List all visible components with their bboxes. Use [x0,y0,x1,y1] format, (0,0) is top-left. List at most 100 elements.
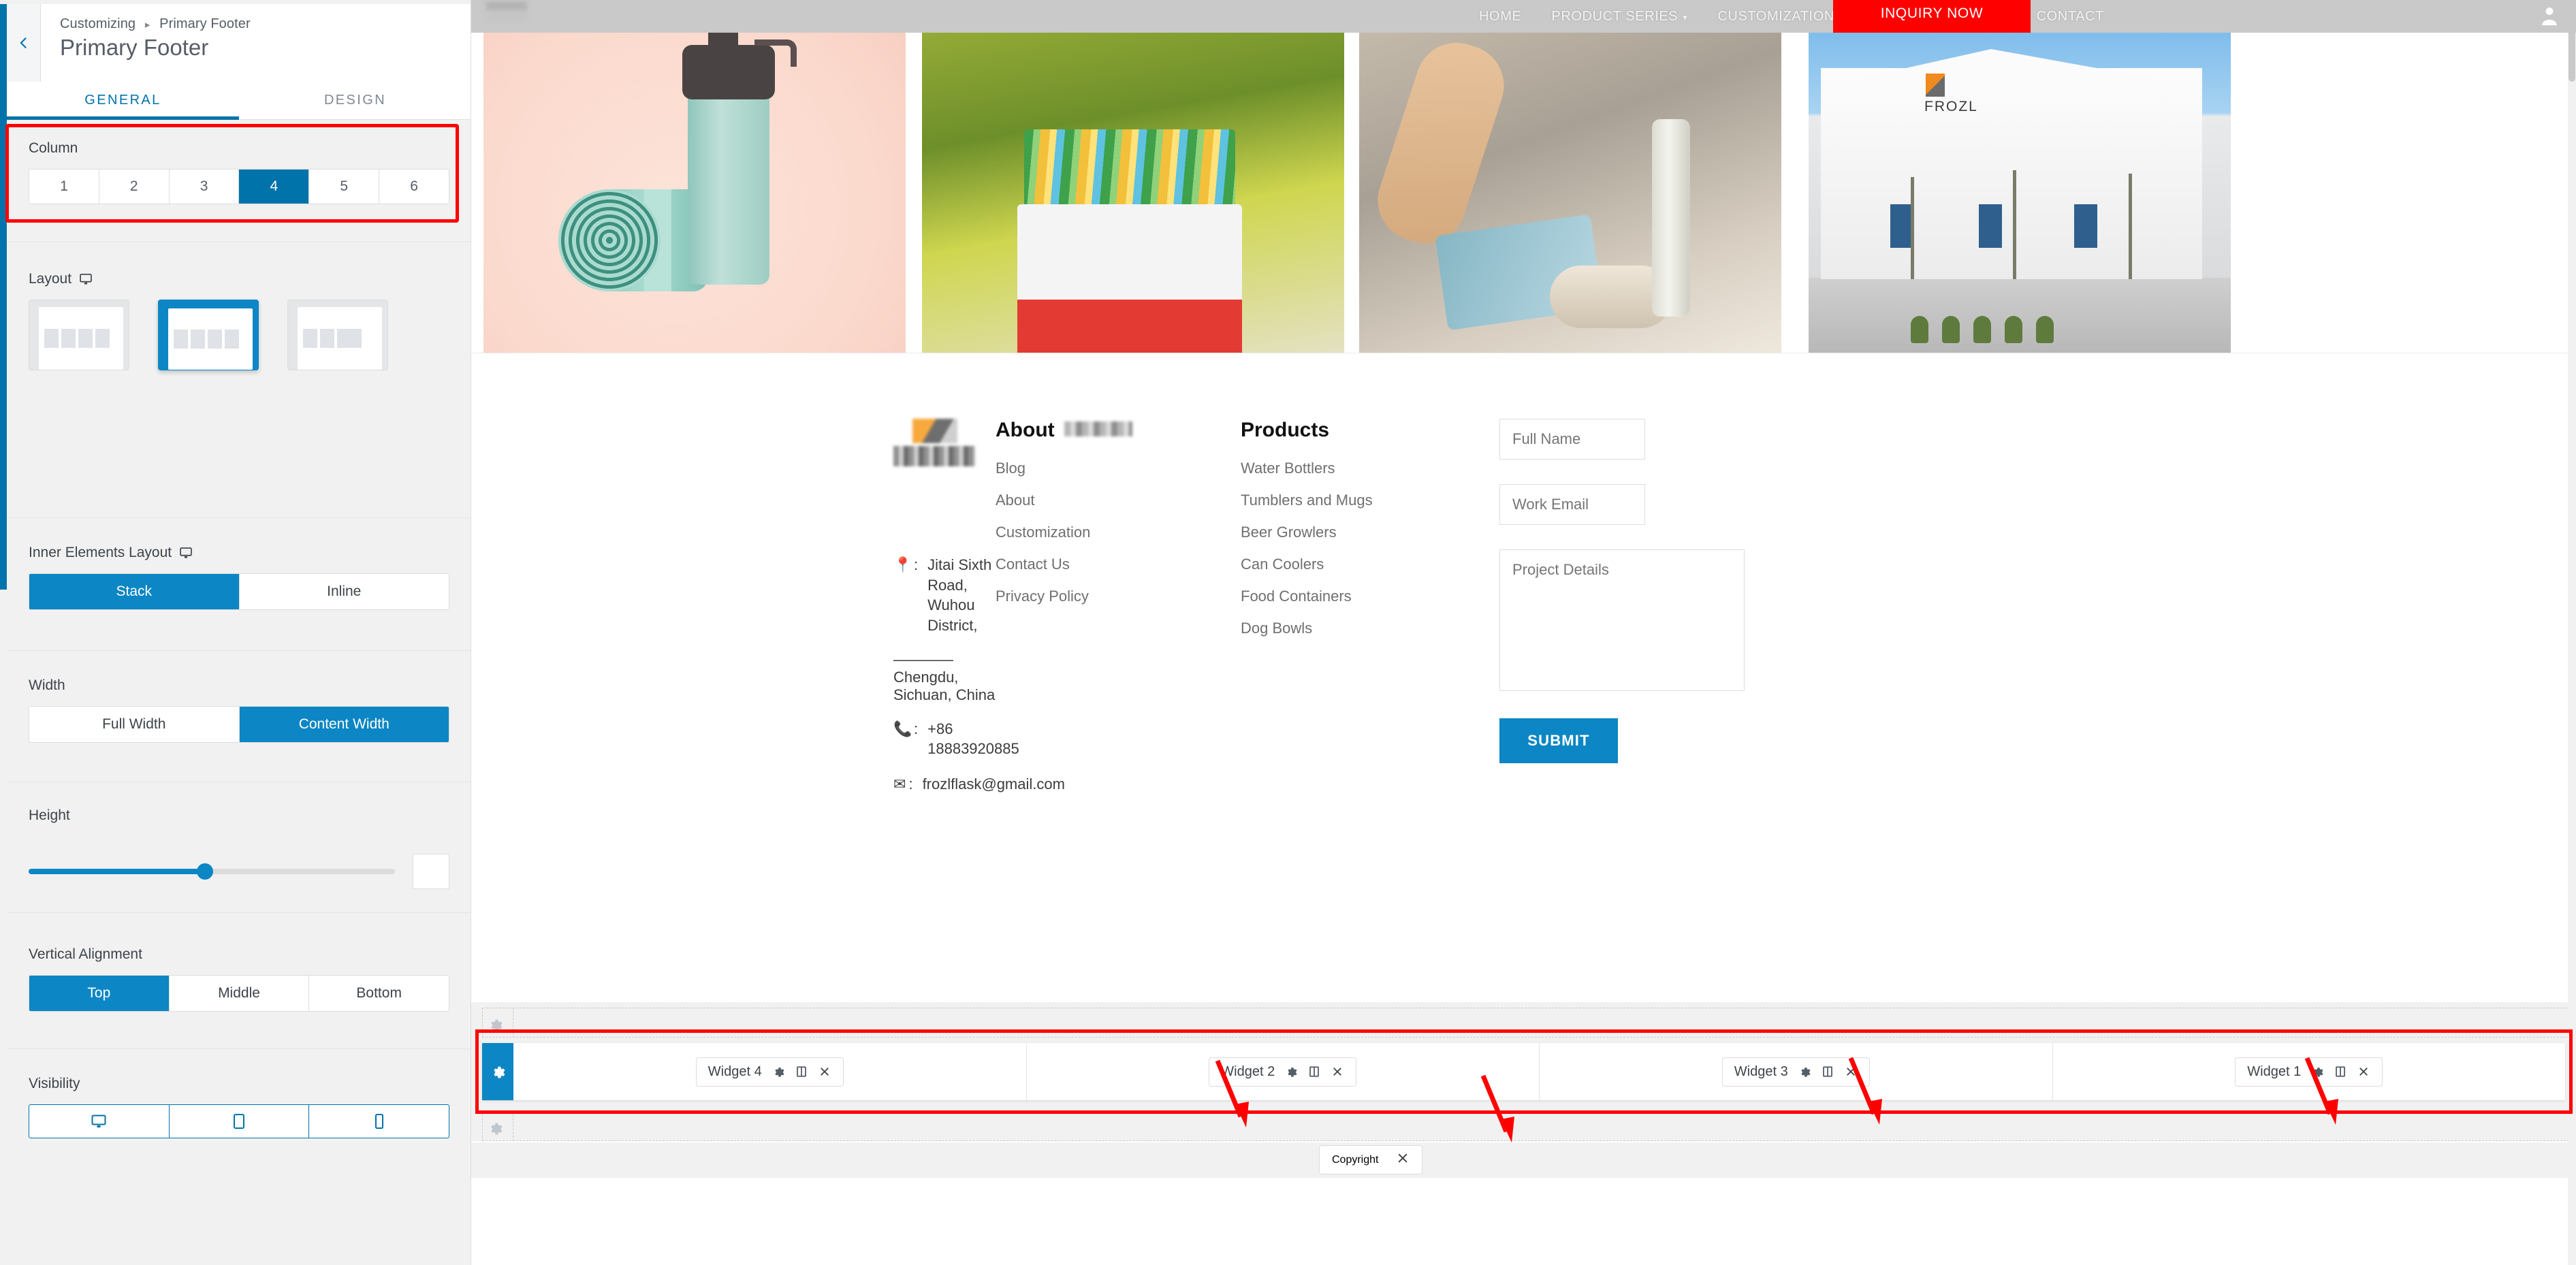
widget-column-1[interactable]: Widget 4 [513,1043,1027,1100]
preview-scrollbar-track[interactable] [2568,0,2576,1265]
nav-item-product-series-label: PRODUCT SERIES [1551,8,1679,24]
close-icon[interactable] [1844,1065,1858,1078]
full-name-field[interactable] [1499,419,1645,460]
warehouse-bush [1911,316,1928,343]
about-link-privacy-policy[interactable]: Privacy Policy [996,588,1241,605]
layout-option-narrow[interactable] [287,300,388,370]
column-option-1[interactable]: 1 [29,170,99,204]
valign-option-middle[interactable]: Middle [170,976,310,1011]
column-option-6[interactable]: 6 [379,170,449,204]
height-slider-handle[interactable] [197,863,214,880]
footer-phone-line: 📞 : +86 18883920885 [893,719,1019,759]
widget-chip-copyright[interactable]: Copyright [1319,1145,1423,1174]
work-email-field[interactable] [1499,484,1645,525]
nav-item-home[interactable]: HOME [1479,9,1521,25]
column-option-3[interactable]: 3 [169,170,240,204]
bottle-body-shape [688,80,769,285]
width-option-content[interactable]: Content Width [239,707,449,742]
visibility-option-mobile[interactable] [309,1105,449,1138]
widget-column-4[interactable]: Widget 1 [2053,1043,2566,1100]
column-option-5[interactable]: 5 [309,170,380,204]
widget-chip-widget-2[interactable]: Widget 2 [1209,1057,1357,1087]
widget-row-settings-button[interactable] [482,1043,513,1100]
warehouse-logo-mark [1926,74,1945,97]
site-logo[interactable] [486,1,527,23]
gear-icon[interactable] [1284,1065,1298,1078]
widget-column-3[interactable]: Widget 3 [1540,1043,2053,1100]
widget-chip-widget-4[interactable]: Widget 4 [695,1057,844,1087]
inner-elements-option-inline[interactable]: Inline [240,574,449,609]
products-link-beer-growlers[interactable]: Beer Growlers [1241,524,1499,541]
products-link-water-bottlers[interactable]: Water Bottlers [1241,460,1499,477]
nav-item-product-series[interactable]: PRODUCT SERIES ▾ [1551,9,1687,25]
submit-button[interactable]: SUBMIT [1499,718,1618,763]
back-button[interactable] [7,4,41,82]
gear-icon[interactable] [2310,1065,2324,1078]
footer-email-line: ✉ : frozlflask@gmail.com [893,774,1065,795]
widget-row-ghost-bottom[interactable] [471,1106,2576,1141]
height-slider-track[interactable] [29,863,395,880]
desktop-icon [180,547,192,558]
footer-address-line: 📍 : Jitai Sixth Road, Wuhou District, [893,555,996,636]
about-link-contact-us[interactable]: Contact Us [996,556,1241,573]
products-link-food-containers[interactable]: Food Containers [1241,588,1499,605]
height-slider-row [29,854,449,889]
visibility-option-desktop[interactable] [29,1105,170,1138]
gear-icon[interactable] [488,1121,503,1136]
hero-image-warehouse: FROZL [1809,0,2231,353]
column-option-4[interactable]: 4 [239,170,310,204]
chevron-down-icon: ▾ [1683,12,1688,22]
project-details-field[interactable] [1499,549,1745,691]
layout-option-boxed[interactable] [158,300,259,370]
products-link-tumblers-and-mugs[interactable]: Tumblers and Mugs [1241,492,1499,509]
gear-icon[interactable] [1798,1065,1811,1078]
height-value-input[interactable] [413,854,449,889]
divider-2 [7,517,471,518]
panel-header-texts: Customizing ▸ Primary Footer Primary Foo… [41,4,471,82]
products-link-dog-bowls[interactable]: Dog Bowls [1241,620,1499,637]
tab-design[interactable]: DESIGN [239,82,471,119]
move-icon[interactable] [795,1065,808,1078]
about-link-about[interactable]: About [996,492,1241,509]
section-visibility: Visibility [7,1076,471,1138]
hero-image-cooler-bottles [922,0,1344,353]
breadcrumb-parent[interactable]: Customizing [60,16,136,31]
move-icon[interactable] [1307,1065,1321,1078]
about-link-blog[interactable]: Blog [996,460,1241,477]
breadcrumb: Customizing ▸ Primary Footer [60,16,471,32]
layout-options [29,300,449,370]
nav-item-customization[interactable]: CUSTOMIZATION [1717,9,1834,25]
inquiry-now-button[interactable]: INQUIRY NOW [1833,0,2031,33]
warehouse-roof [1821,49,2202,87]
widget-chip-widget-3[interactable]: Widget 3 [1721,1057,1870,1087]
close-icon[interactable] [2357,1065,2370,1078]
widget-columns: Widget 4 Widget 2 Widget 3 Widget 1 [513,1043,2565,1100]
close-icon[interactable] [1396,1151,1410,1168]
warehouse-window [2074,204,2097,248]
visibility-option-tablet[interactable] [170,1105,310,1138]
valign-option-bottom[interactable]: Bottom [309,976,449,1011]
widget-column-2[interactable]: Widget 2 [1027,1043,1540,1100]
layout-option-full-width[interactable] [29,300,129,370]
column-option-2[interactable]: 2 [99,170,170,204]
about-link-customization[interactable]: Customization [996,524,1241,541]
close-icon[interactable] [818,1065,831,1078]
footer-preview: 📍 : Jitai Sixth Road, Wuhou District, ——… [471,353,2576,935]
widget-row-ghost-top[interactable] [471,1002,2576,1038]
widget-chip-label: Widget 1 [2247,1063,2302,1079]
site-preview: FROZL HOME PRODUCT SERIES ▾ CUSTOMIZATIO… [471,0,2576,1265]
user-icon[interactable] [2541,5,2558,26]
valign-option-top[interactable]: Top [29,976,170,1011]
close-icon[interactable] [1331,1065,1344,1078]
width-option-full[interactable]: Full Width [29,707,240,742]
gear-icon[interactable] [772,1065,785,1078]
move-icon[interactable] [1821,1065,1834,1078]
widget-chip-widget-1[interactable]: Widget 1 [2235,1057,2383,1087]
nav-item-contact[interactable]: CONTACT [2037,9,2104,25]
products-link-can-coolers[interactable]: Can Coolers [1241,556,1499,573]
move-icon[interactable] [2334,1065,2347,1078]
products-heading: Products [1241,419,1499,442]
tab-general[interactable]: GENERAL [7,82,239,120]
gear-icon[interactable] [488,1017,503,1032]
inner-elements-option-stack[interactable]: Stack [29,574,240,609]
